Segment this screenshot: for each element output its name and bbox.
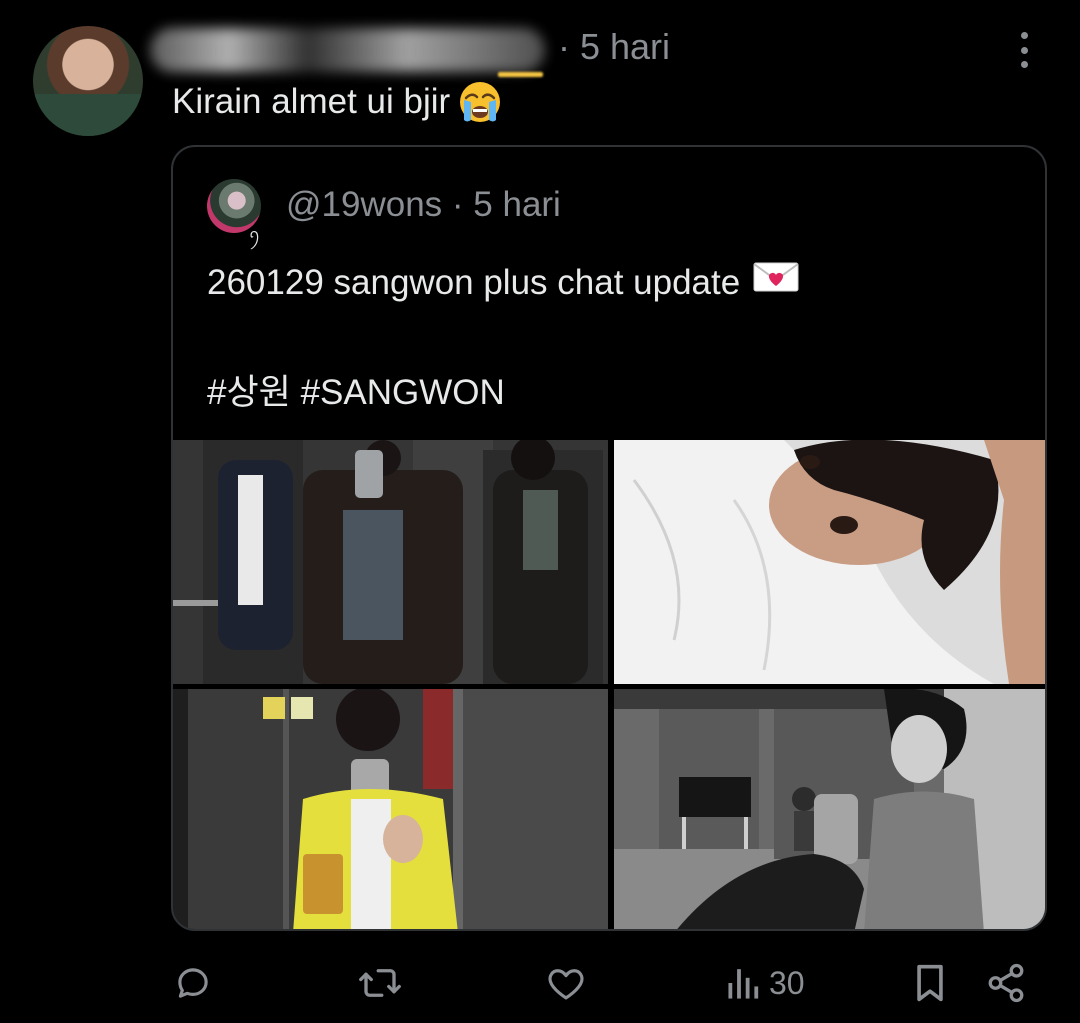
avatar-shirt: [33, 94, 143, 136]
views-count: 30: [769, 964, 805, 1001]
love-letter-emoji: [752, 255, 800, 310]
quoted-body: 260129 sangwon plus chat update #상원 #SAN…: [207, 255, 800, 420]
user-avatar[interactable]: [33, 26, 143, 136]
quoted-blank-line: [207, 310, 800, 365]
photo-yellow-jacket-mirror[interactable]: [173, 689, 608, 929]
retweet-icon: [357, 962, 403, 1004]
reply-icon: [172, 962, 214, 1004]
views-icon: [725, 962, 763, 1004]
heart-icon: [545, 962, 587, 1004]
share-button[interactable]: [985, 955, 1027, 1011]
quoted-text: 260129 sangwon plus chat update: [207, 263, 741, 302]
quoted-hashtags[interactable]: #상원 #SANGWON: [207, 365, 800, 420]
more-icon[interactable]: [1013, 32, 1035, 68]
quoted-meta: @19wons · 5 hari: [286, 185, 561, 225]
bookmark-button[interactable]: [910, 955, 950, 1011]
quoted-text-line: 260129 sangwon plus chat update: [207, 255, 800, 310]
quoted-handle[interactable]: @19wons: [286, 185, 442, 224]
photo-practice-room[interactable]: [614, 689, 1045, 929]
share-icon: [985, 962, 1027, 1004]
reply-timestamp[interactable]: · 5 hari: [558, 26, 670, 68]
views-button[interactable]: 30: [725, 955, 805, 1011]
bookmark-icon: [910, 961, 950, 1005]
photo-bed-pillow[interactable]: [614, 440, 1045, 684]
quoted-tweet-card[interactable]: ꪆ @19wons · 5 hari 260129 sangwon plus c…: [171, 145, 1047, 931]
blurred-username[interactable]: [150, 28, 545, 72]
reply-text: Kirain almet ui bjir: [172, 82, 451, 121]
crying-face-emoji: [458, 80, 502, 124]
photo-grid: [173, 440, 1045, 929]
quoted-user-badge: ꪆ: [249, 226, 261, 242]
reply-text-row: Kirain almet ui bjir: [172, 80, 502, 124]
action-bar: 30: [0, 955, 1080, 1011]
reply-button[interactable]: [172, 955, 214, 1011]
photo-elevator-mirror[interactable]: [173, 440, 608, 684]
blurred-username-accent: [498, 72, 543, 77]
like-button[interactable]: [545, 955, 587, 1011]
retweet-button[interactable]: [357, 955, 403, 1011]
quoted-timestamp[interactable]: · 5 hari: [452, 185, 561, 224]
